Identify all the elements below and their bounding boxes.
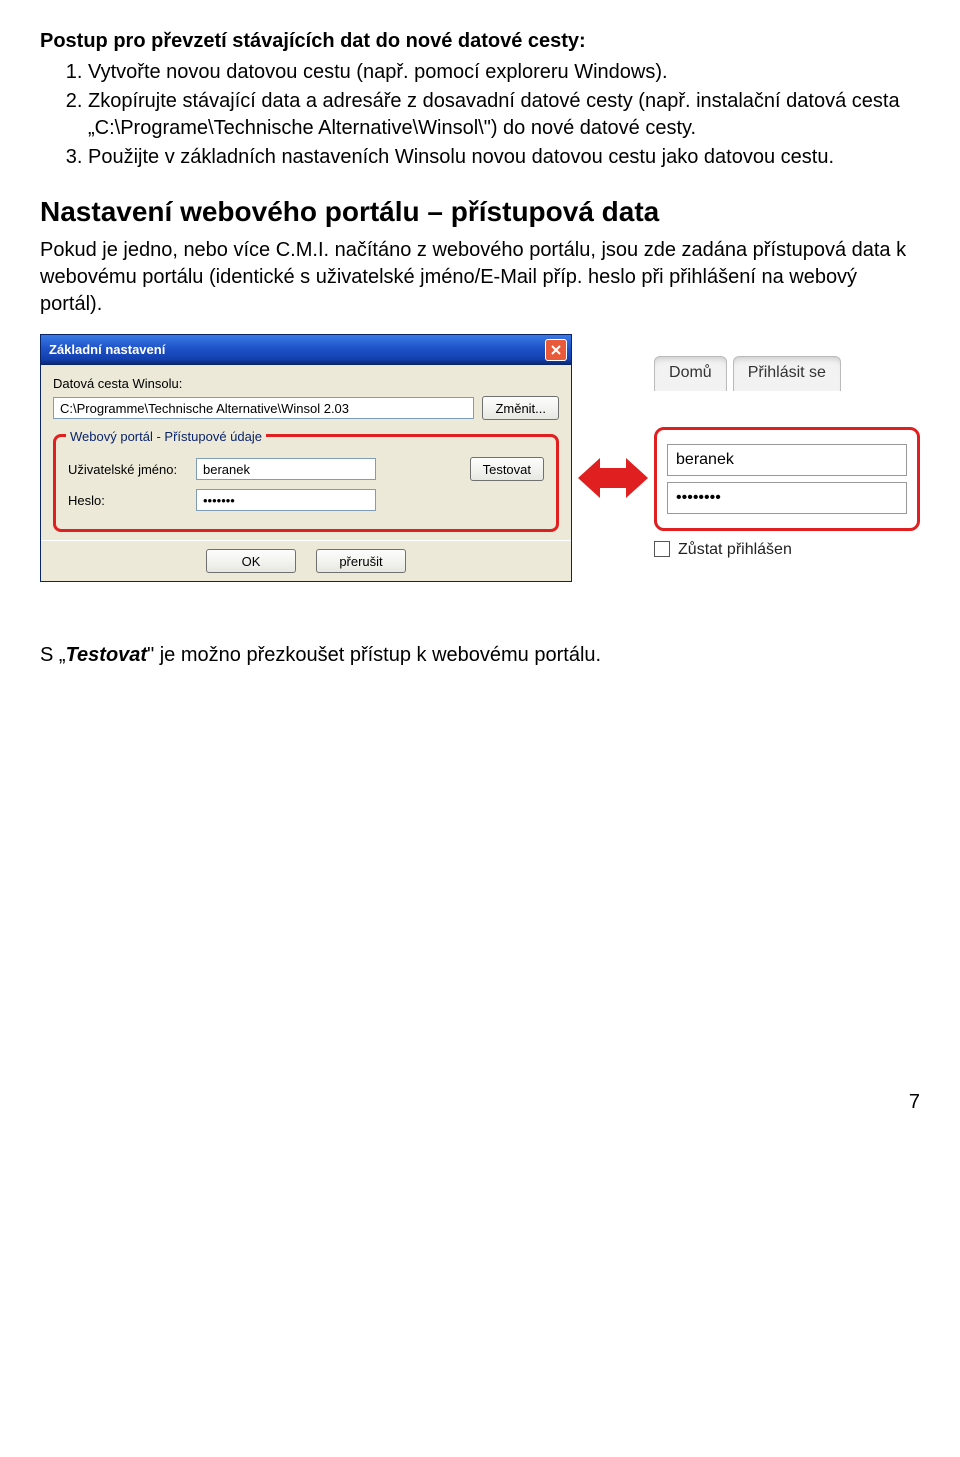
- procedure-steps: Vytvořte novou datovou cestu (např. pomo…: [40, 59, 920, 171]
- basic-settings-dialog: Základní nastavení Datová cesta Winsolu:…: [40, 334, 572, 583]
- remember-checkbox[interactable]: [654, 541, 670, 557]
- footer-prefix: S „: [40, 644, 66, 666]
- section-title: Nastavení webového portálu – přístupová …: [40, 193, 920, 231]
- web-portal-snippet: Domů Přihlásit se beranek •••••••• Zůsta…: [654, 356, 920, 560]
- double-arrow-icon: [578, 448, 648, 538]
- section-paragraph: Pokud je jedno, nebo více C.M.I. načítán…: [40, 237, 920, 318]
- footer-bold: Testovat: [66, 644, 148, 666]
- data-path-input[interactable]: C:\Programme\Technische Alternative\Wins…: [53, 397, 474, 419]
- close-icon[interactable]: [545, 339, 567, 361]
- tab-home[interactable]: Domů: [654, 356, 727, 391]
- change-button[interactable]: Změnit...: [482, 396, 559, 420]
- data-path-label: Datová cesta Winsolu:: [53, 375, 559, 393]
- password-label: Heslo:: [68, 492, 188, 510]
- footer-sentence: S „Testovat" je možno přezkoušet přístup…: [40, 642, 920, 669]
- page-number: 7: [40, 1089, 920, 1116]
- web-portal-credentials-group: Webový portál - Přístupové údaje Uživate…: [53, 434, 559, 532]
- tab-login[interactable]: Přihlásit se: [733, 356, 841, 391]
- portal-username-input[interactable]: beranek: [667, 444, 907, 476]
- footer-suffix: " je možno přezkoušet přístup k webovému…: [147, 644, 601, 666]
- password-input[interactable]: •••••••: [196, 489, 376, 511]
- step-2: Zkopírujte stávající data a adresáře z d…: [88, 88, 920, 142]
- portal-password-input[interactable]: ••••••••: [667, 482, 907, 514]
- figure-row: Základní nastavení Datová cesta Winsolu:…: [40, 334, 920, 583]
- test-button[interactable]: Testovat: [470, 457, 544, 481]
- remember-label: Zůstat přihlášen: [678, 539, 792, 561]
- portal-login-box: beranek ••••••••: [654, 427, 920, 531]
- dialog-titlebar: Základní nastavení: [41, 335, 571, 365]
- group-title: Webový portál - Přístupové údaje: [66, 428, 266, 446]
- username-input[interactable]: beranek: [196, 458, 376, 480]
- username-label: Uživatelské jméno:: [68, 461, 188, 479]
- ok-button[interactable]: OK: [206, 549, 296, 573]
- step-1: Vytvořte novou datovou cestu (např. pomo…: [88, 59, 920, 86]
- step-3: Použijte v základních nastaveních Winsol…: [88, 144, 920, 171]
- dialog-title: Základní nastavení: [49, 341, 165, 359]
- remember-row: Zůstat přihlášen: [654, 539, 920, 561]
- cancel-button[interactable]: přerušit: [316, 549, 406, 573]
- procedure-heading: Postup pro převzetí stávajících dat do n…: [40, 28, 920, 55]
